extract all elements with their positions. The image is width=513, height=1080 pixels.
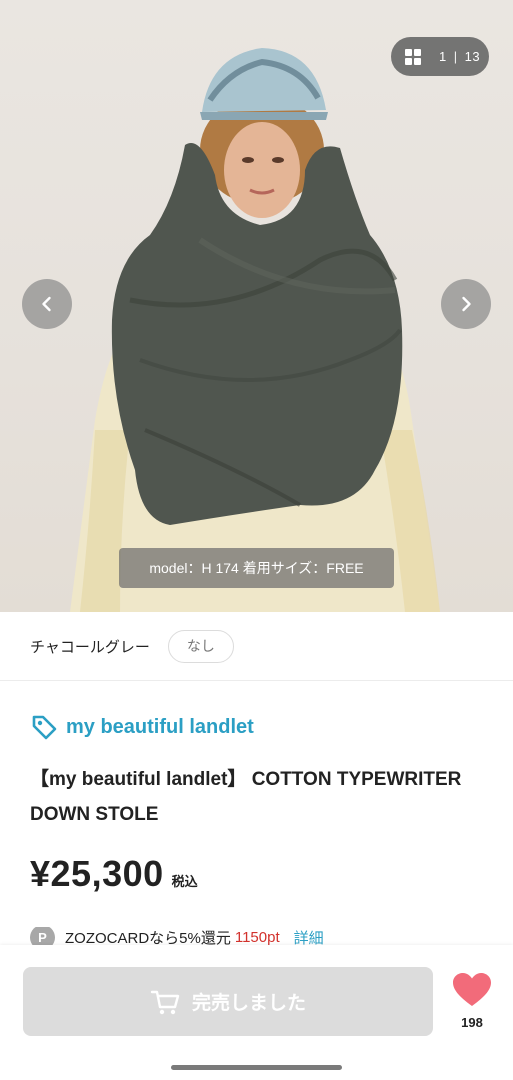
sold-out-button[interactable]: 完売しました xyxy=(23,967,433,1036)
previous-image-button[interactable] xyxy=(22,279,72,329)
heart-icon xyxy=(453,973,491,1006)
brand-link[interactable]: my beautiful landlet xyxy=(30,713,254,741)
stock-status-badge: なし xyxy=(167,629,234,663)
product-image-gallery[interactable]: 1 | 13 model：H 174 着用サイズ：FREE xyxy=(0,0,513,612)
product-title: 【my beautiful landlet】 COTTON TYPEWRITER… xyxy=(30,769,462,825)
brand-name: my beautiful landlet xyxy=(66,715,254,738)
grid-icon xyxy=(405,48,421,65)
image-counter[interactable]: 1 | 13 xyxy=(391,37,489,76)
color-name: チャコールグレー xyxy=(30,638,150,656)
chevron-right-icon xyxy=(462,296,471,312)
bottom-action-bar: 完売しました 198 xyxy=(0,945,513,1080)
points-info: P ZOZOCARDなら5%還元 1150pt 詳細 xyxy=(30,927,324,947)
sold-out-label: 完売しました xyxy=(191,993,306,1014)
favorite-button[interactable]: 198 xyxy=(450,972,494,1030)
tax-label: 税込 xyxy=(171,874,198,889)
price-row: ¥25,300 税込 xyxy=(30,853,198,895)
image-total: 13 xyxy=(464,49,481,64)
points-text: ZOZOCARDなら5%還元 xyxy=(65,929,231,947)
points-badge-icon: P xyxy=(30,927,55,947)
next-image-button[interactable] xyxy=(441,279,491,329)
color-stock-row: チャコールグレー なし xyxy=(0,612,513,681)
points-detail-link[interactable]: 詳細 xyxy=(294,927,324,947)
price: ¥25,300 xyxy=(30,853,164,894)
chevron-left-icon xyxy=(42,296,51,312)
home-indicator[interactable] xyxy=(171,1065,342,1070)
image-counter-separator: | xyxy=(453,49,458,64)
image-index: 1 xyxy=(439,49,447,64)
tag-icon xyxy=(32,715,57,740)
product-photo xyxy=(70,48,440,612)
points-value: 1150pt xyxy=(234,928,280,946)
favorite-count: 198 xyxy=(461,1015,483,1030)
cart-icon xyxy=(150,990,180,1014)
model-size-caption: model：H 174 着用サイズ：FREE xyxy=(119,548,394,588)
